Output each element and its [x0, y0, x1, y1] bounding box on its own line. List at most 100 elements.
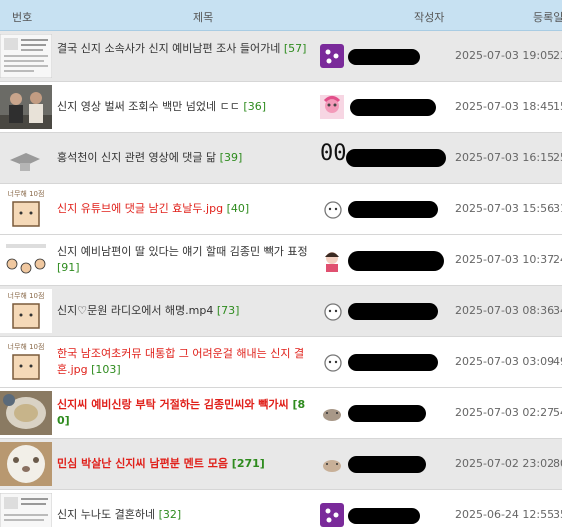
- post-thumbnail[interactable]: 너무해 10점: [0, 289, 52, 333]
- post-thumbnail[interactable]: [0, 238, 52, 282]
- redaction-mark: [348, 508, 420, 524]
- comment-count[interactable]: [36]: [243, 100, 266, 113]
- post-thumbnail[interactable]: [0, 391, 52, 435]
- post-title-text[interactable]: 결국 신지 소속사가 신지 예비남편 조사 들어가네: [57, 42, 280, 55]
- post-row[interactable]: 민심 박살난 신지씨 남편분 멘트 모음 [271] 2025-07-02 23…: [0, 439, 562, 490]
- post-date: 2025-06-24 12:55: [455, 508, 555, 521]
- redaction-mark: [348, 456, 426, 473]
- board-header: 번호 제목 작성자 등록일: [0, 0, 562, 31]
- header-author: 작성자: [414, 11, 445, 24]
- post-date: 2025-07-03 18:45: [455, 100, 555, 113]
- redaction-mark: [348, 303, 438, 320]
- post-author[interactable]: 00: [320, 141, 450, 171]
- post-row[interactable]: 홍석천이 신지 관련 영상에 댓글 닮 [39] 00 2025-07-03 1…: [0, 133, 562, 184]
- comment-count[interactable]: [40]: [227, 202, 250, 215]
- post-thumbnail[interactable]: [0, 34, 52, 78]
- post-author[interactable]: [320, 247, 450, 273]
- post-date: 2025-07-03 15:56: [455, 202, 555, 215]
- thumb-caption: 너무해 10점: [8, 342, 45, 351]
- post-title-text[interactable]: 신지♡문원 라디오에서 해명.mp4: [57, 304, 213, 317]
- post-author[interactable]: [320, 349, 450, 375]
- post-author[interactable]: [320, 451, 450, 477]
- post-row[interactable]: 결국 신지 소속사가 신지 예비남편 조사 들어가네 [57] 2025-07-…: [0, 31, 562, 82]
- header-number: 번호: [12, 11, 33, 24]
- comment-count[interactable]: [39]: [220, 151, 243, 164]
- view-count: 49: [553, 355, 562, 368]
- view-count: 24: [553, 253, 562, 266]
- comment-count[interactable]: [103]: [91, 363, 121, 376]
- post-thumbnail[interactable]: 너무해 10점: [0, 187, 52, 231]
- author-avatar-icon: [320, 197, 344, 221]
- header-title: 제목: [193, 11, 214, 24]
- comment-count[interactable]: [32]: [159, 508, 182, 521]
- post-title[interactable]: 홍석천이 신지 관련 영상에 댓글 닮 [39]: [57, 150, 309, 166]
- post-date: 2025-07-02 23:02: [455, 457, 555, 470]
- redaction-mark: [348, 49, 420, 65]
- post-row[interactable]: 신지 예비남편이 딸 있다는 얘기 할때 김종민 빽가 표정 [91] 2025…: [0, 235, 562, 286]
- post-thumbnail[interactable]: [0, 442, 52, 486]
- post-title[interactable]: 결국 신지 소속사가 신지 예비남편 조사 들어가네 [57]: [57, 41, 309, 57]
- post-thumbnail[interactable]: [0, 136, 52, 180]
- author-avatar-icon: [320, 503, 344, 527]
- post-date: 2025-07-03 08:36: [455, 304, 555, 317]
- post-row[interactable]: 신지씨 예비신랑 부탁 거절하는 김종민씨와 빽가씨 [80] 2025-07-…: [0, 388, 562, 439]
- view-count: 23: [553, 49, 562, 62]
- view-count: 34: [553, 304, 562, 317]
- post-row[interactable]: 신지 누나도 결혼하네 [32] 2025-06-24 12:55 35: [0, 490, 562, 527]
- redaction-mark: [348, 251, 444, 271]
- comment-count[interactable]: [57]: [284, 42, 307, 55]
- post-title[interactable]: 신지 예비남편이 딸 있다는 얘기 할때 김종민 빽가 표정 [91]: [57, 244, 309, 276]
- post-title[interactable]: 신지 유튜브에 댓글 남긴 효날두.jpg [40]: [57, 201, 309, 217]
- post-author[interactable]: [320, 94, 450, 120]
- comment-count[interactable]: [73]: [217, 304, 240, 317]
- post-title[interactable]: 민심 박살난 신지씨 남편분 멘트 모음 [271]: [57, 456, 309, 472]
- post-date: 2025-07-03 10:37: [455, 253, 555, 266]
- post-author[interactable]: [320, 400, 450, 426]
- author-avatar-icon: [320, 401, 344, 425]
- post-title-text[interactable]: 홍석천이 신지 관련 영상에 댓글 닮: [57, 151, 216, 164]
- post-author[interactable]: [320, 502, 450, 527]
- post-title-text[interactable]: 신지 누나도 결혼하네: [57, 508, 155, 521]
- post-row[interactable]: 너무해 10점 신지♡문원 라디오에서 해명.mp4 [73] 2025-07-…: [0, 286, 562, 337]
- post-title[interactable]: 신지♡문원 라디오에서 해명.mp4 [73]: [57, 303, 309, 319]
- post-thumbnail[interactable]: [0, 493, 52, 527]
- view-count: 31: [553, 202, 562, 215]
- author-avatar-icon: [320, 248, 344, 272]
- post-thumbnail[interactable]: [0, 85, 52, 129]
- thumb-caption: 너무해 10점: [8, 291, 45, 300]
- post-title[interactable]: 신지 누나도 결혼하네 [32]: [57, 507, 309, 523]
- view-count: 54: [553, 406, 562, 419]
- author-avatar-icon: [320, 452, 344, 476]
- view-count: 25: [553, 151, 562, 164]
- post-title-text[interactable]: 신지 유튜브에 댓글 남긴 효날두.jpg: [57, 202, 223, 215]
- view-count: 35: [553, 508, 562, 521]
- post-row[interactable]: 너무해 10점 한국 남조여초커뮤 대통합 그 어려운걸 해내는 신지 결혼.j…: [0, 337, 562, 388]
- post-title-text[interactable]: 신지 영상 벌써 조회수 백만 넘었네 ㄷㄷ: [57, 100, 240, 113]
- view-count: 80: [553, 457, 562, 470]
- redaction-mark: [350, 99, 436, 116]
- post-title[interactable]: 신지씨 예비신랑 부탁 거절하는 김종민씨와 빽가씨 [80]: [57, 397, 309, 429]
- post-title-text[interactable]: 신지 예비남편이 딸 있다는 얘기 할때 김종민 빽가 표정: [57, 245, 308, 258]
- thumb-caption: 너무해 10점: [8, 189, 45, 198]
- redaction-mark: [348, 354, 438, 371]
- redaction-mark: [346, 149, 446, 167]
- author-avatar-icon: [320, 95, 344, 119]
- comment-count[interactable]: [91]: [57, 261, 80, 274]
- post-author[interactable]: [320, 298, 450, 324]
- author-avatar-icon: [320, 44, 344, 68]
- post-title[interactable]: 신지 영상 벌써 조회수 백만 넘었네 ㄷㄷ [36]: [57, 99, 309, 115]
- post-author[interactable]: [320, 196, 450, 222]
- post-title-text[interactable]: 신지씨 예비신랑 부탁 거절하는 김종민씨와 빽가씨: [57, 398, 289, 411]
- redaction-mark: [348, 405, 426, 422]
- post-author[interactable]: [320, 43, 450, 69]
- post-thumbnail[interactable]: 너무해 10점: [0, 340, 52, 384]
- post-row[interactable]: 신지 영상 벌써 조회수 백만 넘었네 ㄷㄷ [36] 2025-07-03 1…: [0, 82, 562, 133]
- post-title[interactable]: 한국 남조여초커뮤 대통합 그 어려운걸 해내는 신지 결혼.jpg [103]: [57, 346, 309, 378]
- comment-count[interactable]: [271]: [232, 457, 265, 470]
- post-date: 2025-07-03 19:05: [455, 49, 555, 62]
- post-date: 2025-07-03 03:09: [455, 355, 555, 368]
- post-row[interactable]: 너무해 10점 신지 유튜브에 댓글 남긴 효날두.jpg [40] 2025-…: [0, 184, 562, 235]
- author-avatar-icon: [320, 299, 344, 323]
- redaction-mark: [348, 201, 438, 218]
- post-title-text[interactable]: 민심 박살난 신지씨 남편분 멘트 모음: [57, 457, 228, 470]
